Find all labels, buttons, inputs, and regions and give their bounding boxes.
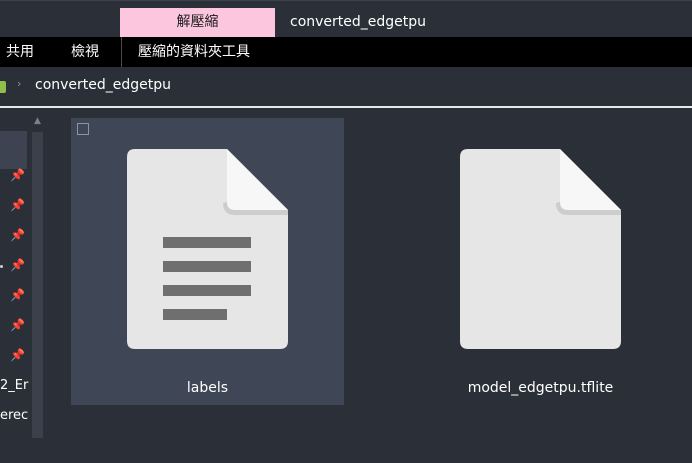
title-bar-border (0, 0, 692, 1)
ribbon-divider (121, 37, 122, 67)
pin-icon[interactable]: 📌 (10, 317, 25, 333)
pin-icon[interactable]: 📌 (10, 167, 25, 183)
nav-scrollbar[interactable] (32, 132, 43, 438)
item-checkbox[interactable] (77, 123, 89, 135)
blank-document-icon (460, 149, 621, 349)
file-name: model_edgetpu.tflite (467, 380, 614, 396)
address-bar-focus-line (0, 106, 692, 108)
pin-icon[interactable]: 📌 (10, 257, 25, 273)
navigation-pane: 📌 📌 📌 📌 📌 📌 📌 2_Er erec ▲ (0, 112, 45, 463)
pin-icon[interactable]: 📌 (10, 197, 25, 213)
nav-item-selected[interactable] (0, 131, 27, 169)
nav-item-marker (0, 265, 3, 268)
text-document-icon (127, 149, 288, 349)
pin-icon[interactable]: 📌 (10, 287, 25, 303)
file-name: labels (186, 380, 229, 396)
title-bar: 解壓縮 converted_edgetpu (0, 0, 692, 37)
nav-item-label[interactable]: 2_Er (0, 378, 28, 393)
tab-view[interactable]: 檢視 (71, 37, 99, 67)
tab-extract[interactable]: 解壓縮 (120, 8, 275, 37)
file-item-model-edgetpu[interactable]: model_edgetpu.tflite (404, 118, 677, 405)
breadcrumb-chevron-icon[interactable]: › (17, 77, 21, 90)
file-item-labels[interactable]: labels (71, 118, 344, 405)
address-bar[interactable]: › converted_edgetpu (0, 67, 692, 106)
scroll-up-icon[interactable]: ▲ (32, 115, 43, 127)
pin-icon[interactable]: 📌 (10, 227, 25, 243)
breadcrumb-current-folder[interactable]: converted_edgetpu (35, 77, 171, 93)
folder-icon (0, 81, 6, 93)
tab-compressed-folder-tools[interactable]: 壓縮的資料夾工具 (138, 37, 250, 67)
tab-share[interactable]: 共用 (6, 37, 34, 67)
nav-item-label[interactable]: erec (0, 408, 28, 423)
ribbon-tab-strip: 共用 檢視 壓縮的資料夾工具 (0, 37, 692, 67)
pin-icon[interactable]: 📌 (10, 347, 25, 363)
window-title: converted_edgetpu (290, 14, 427, 30)
